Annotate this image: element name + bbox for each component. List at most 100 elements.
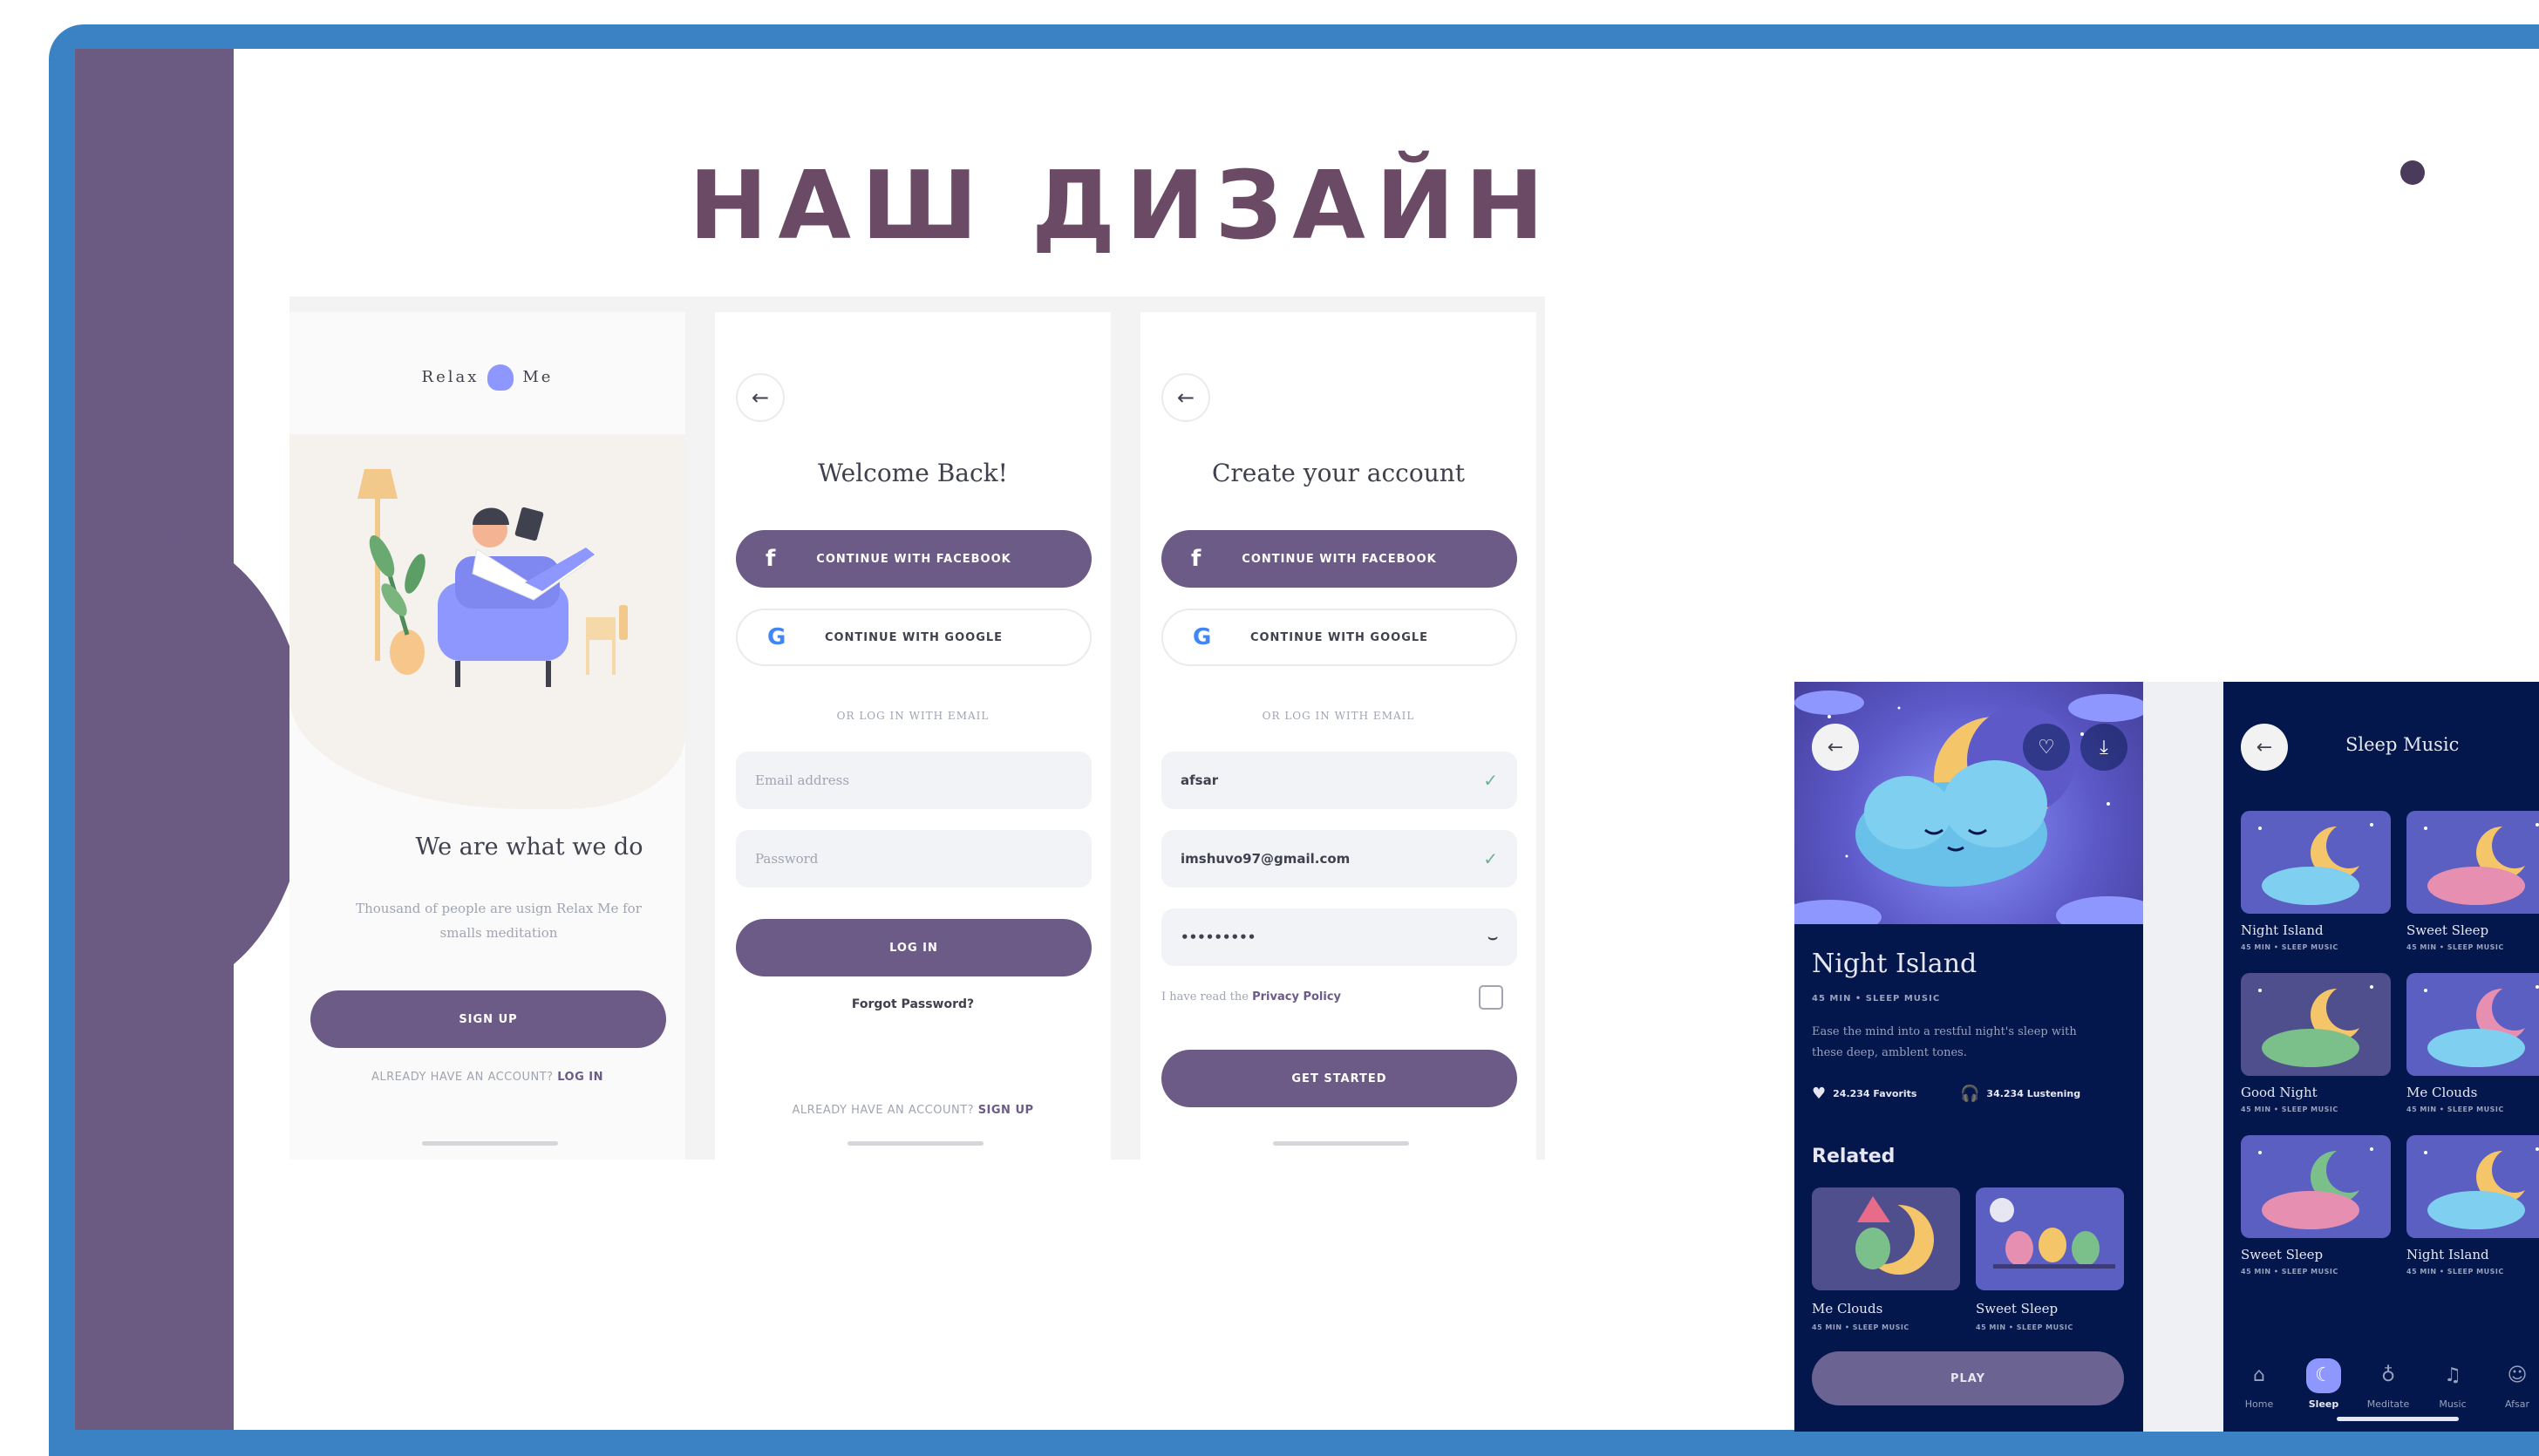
logo-text-right: Me: [522, 368, 554, 386]
user-icon: ☺: [2507, 1364, 2528, 1386]
login-prompt: ALREADY HAVE AN ACCOUNT? LOG IN: [289, 1071, 685, 1084]
favorite-button[interactable]: ♡: [2023, 724, 2070, 771]
card-artwork: [2241, 1135, 2391, 1238]
download-icon: ⤓: [2100, 736, 2108, 759]
download-button[interactable]: ⤓: [2080, 724, 2127, 771]
password-field[interactable]: ••••••••• ⌣: [1161, 908, 1517, 966]
home-icon: ⌂: [2253, 1364, 2265, 1386]
back-button[interactable]: ←: [736, 373, 785, 422]
forgot-password-link[interactable]: Forgot Password?: [715, 997, 1111, 1011]
light-screens-panel: Relax Me We are what we do Thousand of p…: [289, 296, 1545, 1160]
sign-up-button[interactable]: SIGN UP: [310, 990, 666, 1048]
continue-facebook-button[interactable]: f CONTINUE WITH FACEBOOK: [736, 530, 1092, 588]
related-card-image[interactable]: [1976, 1187, 2124, 1290]
related-card-image[interactable]: [1812, 1187, 1960, 1290]
tab-label: Home: [2244, 1398, 2274, 1410]
related-heading: Related: [1812, 1146, 1896, 1167]
favorites-count: 24.234 Favorits: [1833, 1088, 1917, 1099]
favorites-stat: ♥ 24.234 Favorits: [1812, 1085, 1916, 1103]
eye-closed-icon[interactable]: ⌣: [1487, 929, 1498, 947]
signup-prompt-text: ALREADY HAVE AN ACCOUNT?: [792, 1104, 975, 1117]
tab-meditate[interactable]: ♁ Meditate: [2358, 1358, 2419, 1410]
sleep-music-card-meta: 45 MIN • SLEEP MUSIC: [2241, 1106, 2338, 1113]
listening-count: 34.234 Lustening: [1986, 1088, 2081, 1099]
home-indicator: [422, 1141, 558, 1146]
continue-google-button[interactable]: G CONTINUE WITH GOOGLE: [1161, 609, 1517, 666]
sleep-music-screen: ← Sleep Music Night Island 45 MIN • SLEEP…: [2223, 682, 2539, 1432]
tab-music[interactable]: ♫ Music: [2422, 1358, 2483, 1410]
tab-label: Meditate: [2366, 1398, 2410, 1410]
related-card-title: Sweet Sleep: [1976, 1301, 2059, 1317]
back-button[interactable]: ←: [2241, 724, 2288, 771]
track-hero-artwork: [1794, 682, 2143, 935]
email-field[interactable]: Email address: [736, 752, 1092, 809]
app-logo: Relax Me: [289, 364, 685, 391]
arrow-left-icon: ←: [751, 385, 770, 410]
sleep-music-card[interactable]: [2241, 973, 2391, 1076]
related-card-meta: 45 MIN • SLEEP MUSIC: [1812, 1323, 1909, 1331]
home-indicator: [2337, 1417, 2459, 1421]
privacy-checkbox[interactable]: [1479, 985, 1503, 1010]
arrow-left-icon: ←: [2256, 736, 2273, 759]
sleep-music-card-title: Night Island: [2241, 922, 2324, 938]
tab-sleep[interactable]: ☾ Sleep: [2293, 1358, 2354, 1410]
track-title: Night Island: [1812, 949, 1977, 979]
sleep-music-card[interactable]: [2406, 973, 2539, 1076]
card-artwork: [2241, 811, 2391, 914]
back-button[interactable]: ←: [1812, 724, 1859, 771]
slide-title: НАШ ДИЗАЙН: [689, 152, 1555, 261]
google-icon: G: [1193, 624, 1213, 650]
sleep-music-card[interactable]: [2241, 1135, 2391, 1238]
sleep-music-title: Sleep Music: [2345, 734, 2460, 755]
name-field[interactable]: afsar ✓: [1161, 752, 1517, 809]
headphones-icon: 🎧: [1960, 1085, 1980, 1103]
privacy-policy-link[interactable]: Privacy Policy: [1252, 990, 1341, 1004]
sleep-music-card-meta: 45 MIN • SLEEP MUSIC: [2406, 1268, 2504, 1276]
login-link[interactable]: LOG IN: [557, 1071, 603, 1084]
sign-up-button-label: SIGN UP: [459, 1012, 518, 1026]
email-divider-text: OR LOG IN WITH EMAIL: [1262, 710, 1415, 722]
tab-label: Afsar: [2505, 1398, 2529, 1410]
password-value: •••••••••: [1181, 929, 1256, 945]
sleep-music-card[interactable]: [2406, 811, 2539, 914]
password-field[interactable]: Password: [736, 830, 1092, 888]
heart-icon: ♡: [2038, 736, 2055, 759]
card-artwork: [2406, 973, 2539, 1076]
tab-label: Music: [2439, 1398, 2467, 1410]
related-card-meta: 45 MIN • SLEEP MUSIC: [1976, 1323, 2073, 1331]
sleep-music-card-meta: 45 MIN • SLEEP MUSIC: [2241, 943, 2338, 951]
back-button[interactable]: ←: [1161, 373, 1210, 422]
card-artwork: [2241, 973, 2391, 1076]
get-started-button-label: GET STARTED: [1291, 1072, 1387, 1085]
owl-moon-artwork: [1812, 1187, 1960, 1290]
play-button[interactable]: PLAY: [1812, 1351, 2124, 1405]
login-screen: ← Welcome Back! f CONTINUE WITH FACEBOOK…: [715, 312, 1111, 1160]
get-started-button[interactable]: GET STARTED: [1161, 1050, 1517, 1107]
sleep-music-card-title: Me Clouds: [2406, 1085, 2478, 1100]
sleep-music-card-title: Sweet Sleep: [2406, 922, 2489, 938]
check-icon: ✓: [1483, 770, 1498, 791]
signup-prompt: ALREADY HAVE AN ACCOUNT? SIGN UP: [715, 1104, 1111, 1117]
moon-icon: ☾: [2306, 1358, 2341, 1393]
sleep-music-card-title: Good Night: [2241, 1085, 2318, 1100]
track-detail-screen: ← ♡ ⤓ Night Island 45 MIN • SLEEP MUSIC …: [1794, 682, 2143, 1432]
sleep-music-card-meta: 45 MIN • SLEEP MUSIC: [2406, 943, 2504, 951]
bottom-tab-bar: ⌂ Home ☾ Sleep ♁ Meditate ♫ Music ☺ Afsa…: [2223, 1346, 2539, 1432]
login-title: Welcome Back!: [818, 459, 1008, 487]
slide-dot: [2400, 160, 2425, 185]
signup-link[interactable]: SIGN UP: [978, 1104, 1034, 1117]
continue-facebook-button[interactable]: f CONTINUE WITH FACEBOOK: [1161, 530, 1517, 588]
google-icon: G: [767, 624, 787, 650]
log-in-button-label: LOG IN: [889, 941, 938, 955]
email-field[interactable]: imshuvo97@gmail.com ✓: [1161, 830, 1517, 888]
music-icon: ♫: [2444, 1364, 2461, 1386]
privacy-prefix: I have read the: [1161, 990, 1249, 1004]
sleep-music-card[interactable]: [2406, 1135, 2539, 1238]
log-in-button[interactable]: LOG IN: [736, 919, 1092, 976]
home-indicator: [1273, 1141, 1409, 1146]
tab-profile[interactable]: ☺ Afsar: [2487, 1358, 2539, 1410]
continue-google-button[interactable]: G CONTINUE WITH GOOGLE: [736, 609, 1092, 666]
tab-home[interactable]: ⌂ Home: [2229, 1358, 2290, 1410]
sleep-music-card[interactable]: [2241, 811, 2391, 914]
night-island-artwork: [1794, 691, 2143, 935]
